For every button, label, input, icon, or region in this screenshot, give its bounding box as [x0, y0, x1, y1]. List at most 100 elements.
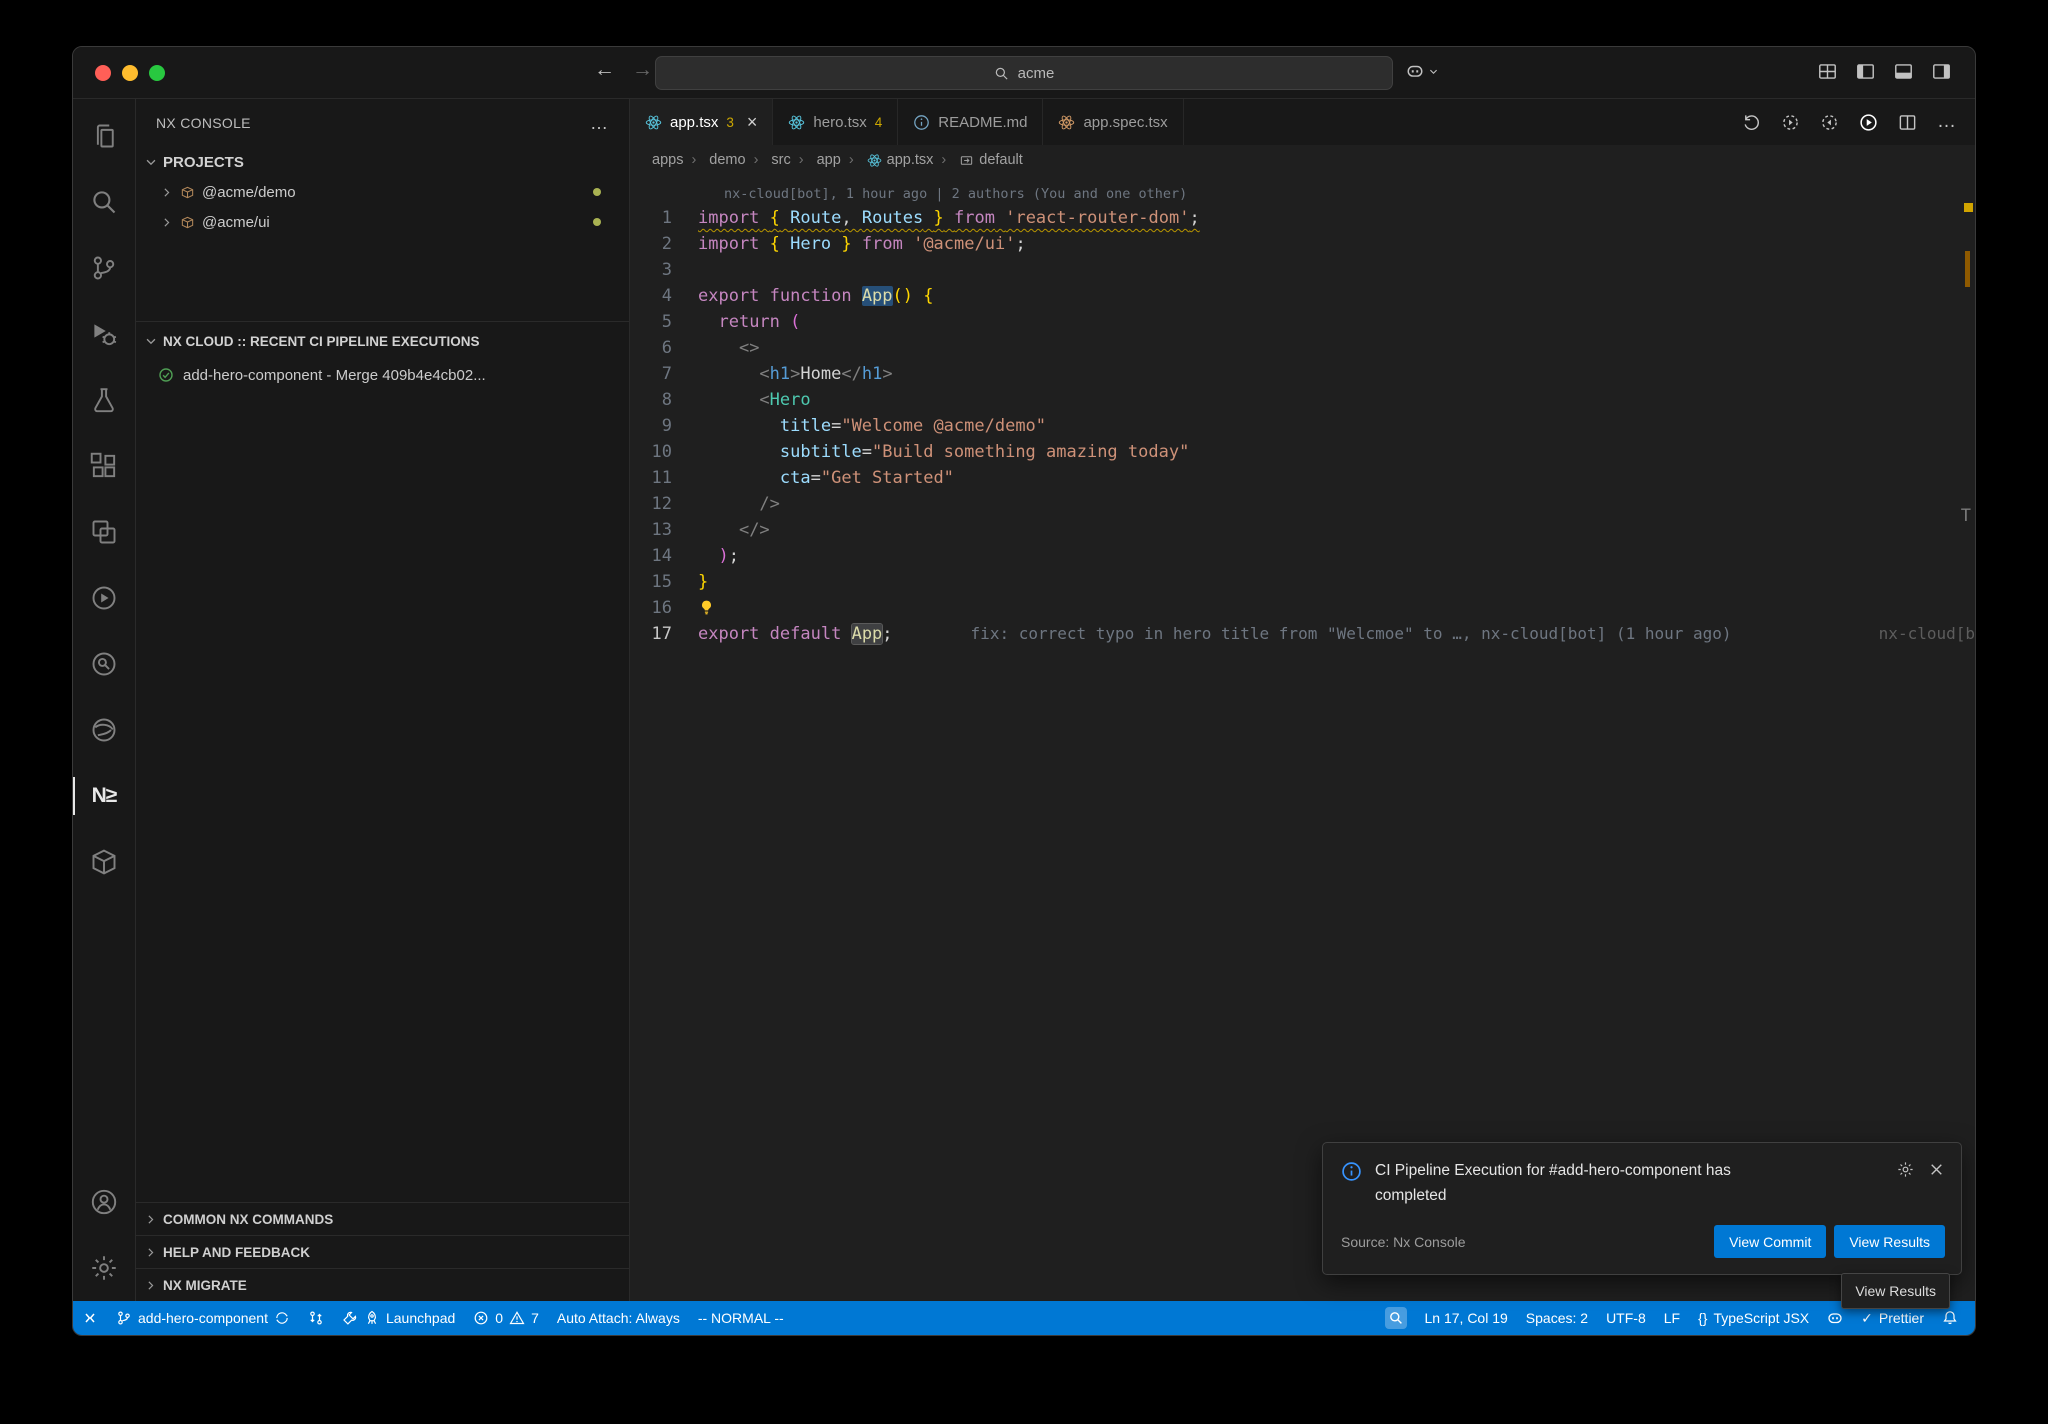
notification-settings-gear-icon[interactable] — [1897, 1161, 1914, 1178]
testing-icon[interactable] — [73, 367, 135, 433]
code-line[interactable]: 3 — [630, 257, 1975, 283]
circle-search-icon[interactable] — [73, 631, 135, 697]
maximize-window-button[interactable] — [149, 65, 165, 81]
code-editor[interactable]: nx-cloud[bot], 1 hour ago | 2 authors (Y… — [630, 175, 1975, 1301]
section-help-and-feedback[interactable]: HELP AND FEEDBACK — [136, 1235, 629, 1268]
encoding-indicator[interactable]: UTF-8 — [1597, 1301, 1655, 1335]
close-icon[interactable]: × — [747, 113, 758, 131]
code-line[interactable]: 5 return ( — [630, 309, 1975, 335]
circle-arrow-icon[interactable] — [1820, 113, 1839, 132]
history-back-icon[interactable]: ← — [594, 58, 615, 82]
cursor-position-indicator[interactable]: Ln 17, Col 19 — [1416, 1301, 1517, 1335]
pipeline-execution-item[interactable]: add-hero-component - Merge 409b4e4cb02..… — [136, 360, 629, 390]
run-debug-icon[interactable] — [73, 301, 135, 367]
code-line[interactable]: 16 — [630, 595, 1975, 621]
zoom-indicator[interactable] — [1376, 1301, 1416, 1335]
code-line[interactable]: 8 <Hero — [630, 387, 1975, 413]
sidebar-more-icon[interactable]: … — [590, 113, 609, 134]
run-file-icon[interactable] — [1859, 113, 1878, 132]
vim-mode-indicator[interactable]: -- NORMAL -- — [689, 1301, 793, 1335]
branch-compare-indicator[interactable] — [299, 1301, 333, 1335]
breadcrumb-apps[interactable]: apps — [652, 152, 683, 168]
minimize-window-button[interactable] — [122, 65, 138, 81]
close-window-button[interactable] — [95, 65, 111, 81]
projects-section-header[interactable]: PROJECTS — [136, 147, 629, 177]
problems-indicator[interactable]: 0 7 — [464, 1301, 548, 1335]
code-line[interactable]: 11 cta="Get Started" — [630, 465, 1975, 491]
tab-bar: app.tsx 3 × hero.tsx 4 README.md app.spe… — [630, 99, 1975, 145]
toggle-secondary-sidebar-icon[interactable] — [1932, 62, 1951, 81]
view-results-button[interactable]: View Results — [1834, 1225, 1945, 1258]
copilot-menu-button[interactable] — [1406, 62, 1439, 80]
remote-indicator[interactable] — [73, 1301, 107, 1335]
editor-windows-icon[interactable] — [73, 499, 135, 565]
tab-hero-tsx[interactable]: hero.tsx 4 — [773, 99, 898, 145]
circle-arrow-icon[interactable] — [1781, 113, 1800, 132]
more-actions-icon[interactable]: … — [1937, 111, 1957, 133]
auto-attach-indicator[interactable]: Auto Attach: Always — [548, 1301, 689, 1335]
nx-console-icon[interactable]: N≥ — [73, 763, 135, 829]
code-line[interactable]: 7 <h1>Home</h1> — [630, 361, 1975, 387]
close-icon[interactable] — [1928, 1161, 1945, 1178]
code-line[interactable]: 9 title="Welcome @acme/demo" — [630, 413, 1975, 439]
indentation-indicator[interactable]: Spaces: 2 — [1517, 1301, 1597, 1335]
react-icon — [645, 114, 662, 131]
line-number: 11 — [630, 465, 698, 491]
toggle-sidebar-icon[interactable] — [1856, 62, 1875, 81]
code-line[interactable]: 17export default App;fix: correct typo i… — [630, 621, 1975, 647]
browser-swirl-icon[interactable] — [73, 697, 135, 763]
source-control-icon[interactable] — [73, 235, 135, 301]
code-line[interactable]: 14 ); — [630, 543, 1975, 569]
symbol-icon — [959, 153, 974, 168]
code-line[interactable]: 2import { Hero } from '@acme/ui'; — [630, 231, 1975, 257]
breadcrumb-src[interactable]: src — [746, 152, 791, 168]
notification-source: Source: Nx Console — [1341, 1234, 1466, 1250]
explorer-icon[interactable] — [73, 103, 135, 169]
breadcrumb-app-tsx[interactable]: app.tsx — [841, 152, 934, 168]
command-center-search[interactable]: acme — [655, 56, 1393, 90]
extensions-icon[interactable] — [73, 433, 135, 499]
history-back-icon[interactable] — [1742, 113, 1761, 132]
settings-gear-icon[interactable] — [73, 1235, 135, 1301]
language-indicator[interactable]: {} TypeScript JSX — [1689, 1301, 1818, 1335]
history-forward-icon[interactable]: → — [632, 58, 653, 82]
branch-indicator[interactable]: add-hero-component — [107, 1301, 299, 1335]
code-line[interactable]: 12 /> — [630, 491, 1975, 517]
launchpad-indicator[interactable]: Launchpad — [333, 1301, 464, 1335]
tab-app-tsx[interactable]: app.tsx 3 × — [630, 99, 773, 145]
circle-play-icon[interactable] — [73, 565, 135, 631]
notification-toast: CI Pipeline Execution for #add-hero-comp… — [1322, 1142, 1962, 1275]
breadcrumb-demo[interactable]: demo — [683, 152, 745, 168]
project-item-acme-ui[interactable]: @acme/ui — [136, 207, 629, 237]
eol-indicator[interactable]: LF — [1655, 1301, 1689, 1335]
view-commit-button[interactable]: View Commit — [1714, 1225, 1826, 1258]
breadcrumbs: apps demo src app app.tsx default — [630, 145, 1975, 175]
code-line[interactable]: 6 <> — [630, 335, 1975, 361]
lightbulb-icon[interactable] — [698, 599, 715, 616]
search-icon[interactable] — [73, 169, 135, 235]
breadcrumb-app[interactable]: app — [791, 152, 841, 168]
line-number: 15 — [630, 569, 698, 595]
split-editor-icon[interactable] — [1898, 113, 1917, 132]
react-icon — [788, 114, 805, 131]
tab-app-spec-tsx[interactable]: app.spec.tsx — [1043, 99, 1183, 145]
project-item-acme-demo[interactable]: @acme/demo — [136, 177, 629, 207]
section-nx-migrate[interactable]: NX MIGRATE — [136, 1268, 629, 1301]
code-line[interactable]: 1import { Route, Routes } from 'react-ro… — [630, 205, 1975, 231]
code-line[interactable]: 13 </> — [630, 517, 1975, 543]
breadcrumb-default[interactable]: default — [933, 152, 1022, 168]
customize-layout-icon[interactable] — [1818, 62, 1837, 81]
toggle-panel-icon[interactable] — [1894, 62, 1913, 81]
section-common-nx-commands[interactable]: COMMON NX COMMANDS — [136, 1202, 629, 1235]
account-icon[interactable] — [73, 1169, 135, 1235]
code-line[interactable]: 4export function App() { — [630, 283, 1975, 309]
code-line[interactable]: 15} — [630, 569, 1975, 595]
nx-cloud-section-header[interactable]: NX CLOUD :: RECENT CI PIPELINE EXECUTION… — [136, 322, 629, 360]
inline-blame-text: fix: correct typo in hero title from "We… — [971, 624, 1732, 643]
code-line[interactable]: 10 subtitle="Build something amazing tod… — [630, 439, 1975, 465]
chevron-right-icon — [160, 216, 173, 229]
git-blame-lens[interactable]: nx-cloud[bot], 1 hour ago | 2 authors (Y… — [724, 183, 1975, 205]
tab-readme-md[interactable]: README.md — [898, 99, 1043, 145]
cube-icon[interactable] — [73, 829, 135, 895]
problem-badge: 3 — [726, 115, 734, 130]
